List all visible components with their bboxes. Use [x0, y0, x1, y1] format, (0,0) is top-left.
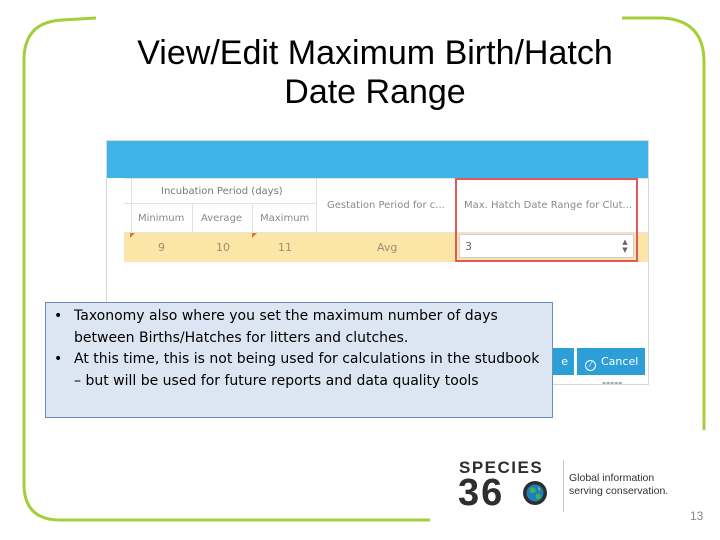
slide-title-line-1: View/Edit Maximum Birth/Hatch [137, 34, 613, 72]
maximum-cell[interactable]: 11 [278, 241, 292, 254]
info-callout: Taxonomy also where you set the maximum … [45, 302, 553, 418]
species360-logo: SPECIES 36 Global information serving co… [456, 456, 686, 516]
grid-line [131, 178, 132, 233]
cancel-button[interactable]: ⁄ Cancel [577, 348, 645, 375]
truncated-text-icon: ▪▪▪▪▪ [602, 380, 623, 385]
gestation-column-header[interactable]: Gestation Period for c... [327, 200, 445, 211]
globe-icon [523, 481, 547, 505]
grid-line [252, 203, 253, 233]
cancel-icon: ⁄ [585, 360, 596, 371]
slide: View/Edit Maximum Birth/Hatch Date Range… [0, 0, 720, 540]
callout-bullet: At this time, this is not being used for… [54, 349, 544, 392]
minimum-column-header[interactable]: Minimum [138, 213, 184, 224]
incubation-period-header: Incubation Period (days) [161, 186, 283, 197]
number-spinner-icon[interactable]: ▲ ▼ [621, 238, 629, 254]
logo-tagline-line-2: serving conservation. [569, 485, 669, 497]
maximum-column-header[interactable]: Maximum [260, 213, 309, 224]
max-hatch-value: 3 [465, 240, 472, 253]
logo-divider [563, 460, 564, 512]
save-button-label: e [561, 355, 568, 368]
grid-line [124, 203, 316, 204]
average-cell[interactable]: 10 [216, 241, 230, 254]
edited-cell-marker [130, 233, 135, 238]
slide-title: View/Edit Maximum Birth/Hatch Date Range [60, 34, 690, 112]
grid-line [316, 178, 317, 233]
average-column-header[interactable]: Average [201, 213, 242, 224]
logo-brand-number: 36 [458, 472, 505, 514]
max-hatch-input[interactable]: 3 ▲ ▼ [459, 234, 634, 258]
page-number: 13 [690, 509, 704, 523]
minimum-cell[interactable]: 9 [158, 241, 165, 254]
slide-title-line-2: Date Range [284, 73, 466, 111]
logo-tagline: Global information serving conservation. [569, 472, 668, 498]
callout-bullet-list: Taxonomy also where you set the maximum … [46, 303, 552, 392]
callout-bullet: Taxonomy also where you set the maximum … [54, 306, 544, 349]
screenshot-header-bar [107, 141, 648, 178]
gestation-cell[interactable]: Avg [377, 241, 397, 254]
edited-cell-marker [252, 233, 257, 238]
cancel-button-label: Cancel [601, 355, 639, 368]
logo-tagline-line-1: Global information [569, 472, 655, 484]
grid-line [192, 203, 193, 233]
